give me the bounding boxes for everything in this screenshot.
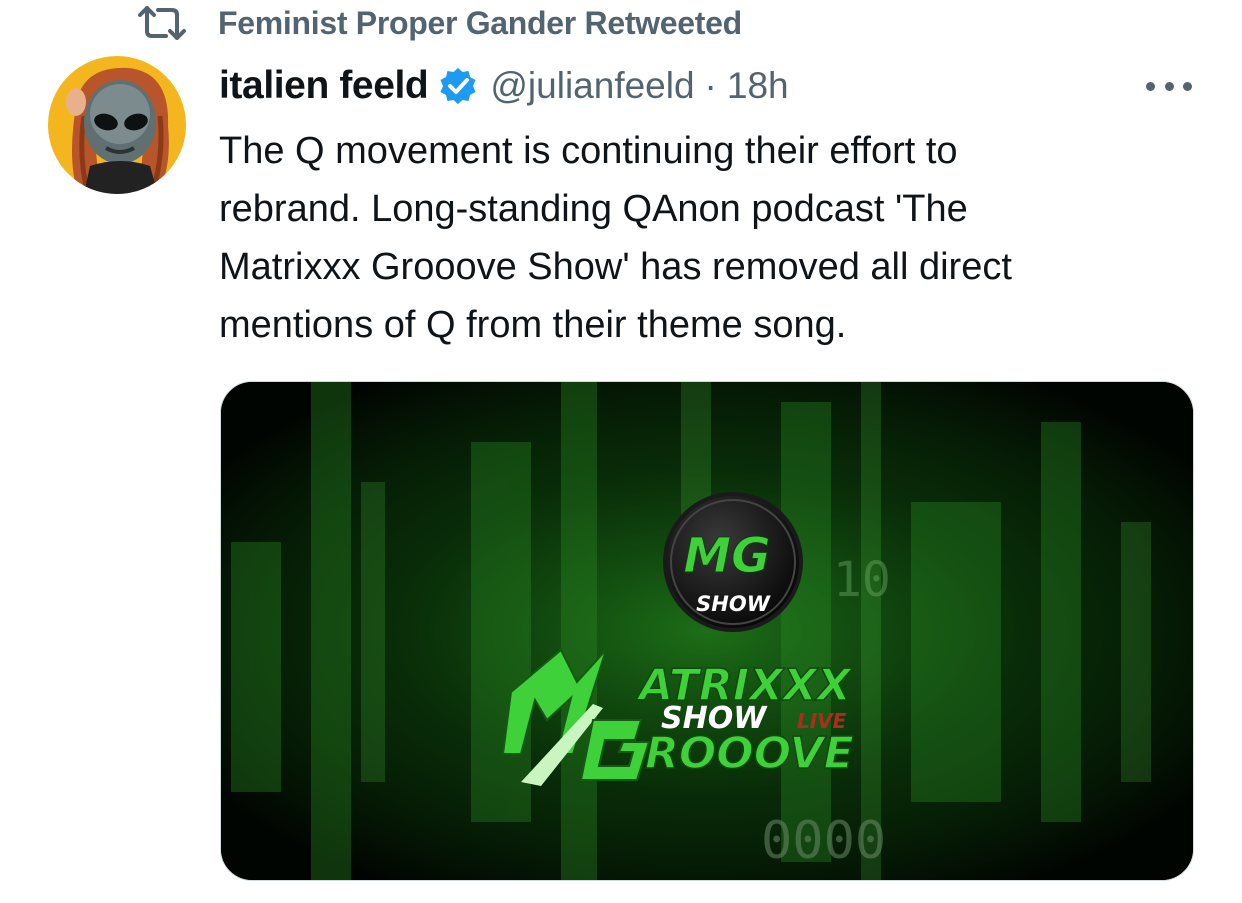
matrixxx-grooove-show-logo-image: 0000 10 MG SHOW ATRIXXX SHOW LIVE ROOOVE <box>221 382 1193 880</box>
more-dot <box>1146 81 1155 91</box>
retweet-context: Feminist Proper Gander Retweeted <box>136 2 742 44</box>
tweet-header: italien feeld @julianfeeld · 18h <box>219 60 789 112</box>
more-dot <box>1183 81 1192 91</box>
more-dot <box>1164 81 1174 91</box>
badge-show-label: SHOW <box>696 592 771 616</box>
separator-dot: · <box>704 65 717 106</box>
display-name[interactable]: italien feeld <box>219 64 429 108</box>
background-digits: 0000 <box>761 811 886 871</box>
verified-badge-icon <box>440 68 476 104</box>
tweet-text-line: The Q movement is continuing their effor… <box>219 130 958 172</box>
retweet-icon <box>138 6 186 40</box>
user-handle[interactable]: @julianfeeld <box>490 65 694 107</box>
background-digits: 10 <box>833 552 891 608</box>
timestamp[interactable]: 18h <box>727 65 789 107</box>
avatar[interactable] <box>48 56 186 194</box>
more-options-icon[interactable] <box>1146 78 1192 94</box>
badge-initials: MG <box>683 528 770 584</box>
media-image[interactable]: 0000 10 MG SHOW ATRIXXX SHOW LIVE ROOOVE <box>220 381 1194 881</box>
tweet-text-line: mentions of Q from their theme song. <box>219 304 847 346</box>
title-line-2: ROOOVE <box>645 728 854 779</box>
tweet-text-line: rebrand. Long-standing QAnon podcast 'Th… <box>219 188 968 230</box>
alien-avatar <box>48 56 186 194</box>
tweet-text-line: Matrixxx Grooove Show' has removed all d… <box>219 246 1012 288</box>
tweet-text: The Q movement is continuing their effor… <box>219 122 1179 354</box>
retweet-label[interactable]: Feminist Proper Gander Retweeted <box>218 5 742 42</box>
